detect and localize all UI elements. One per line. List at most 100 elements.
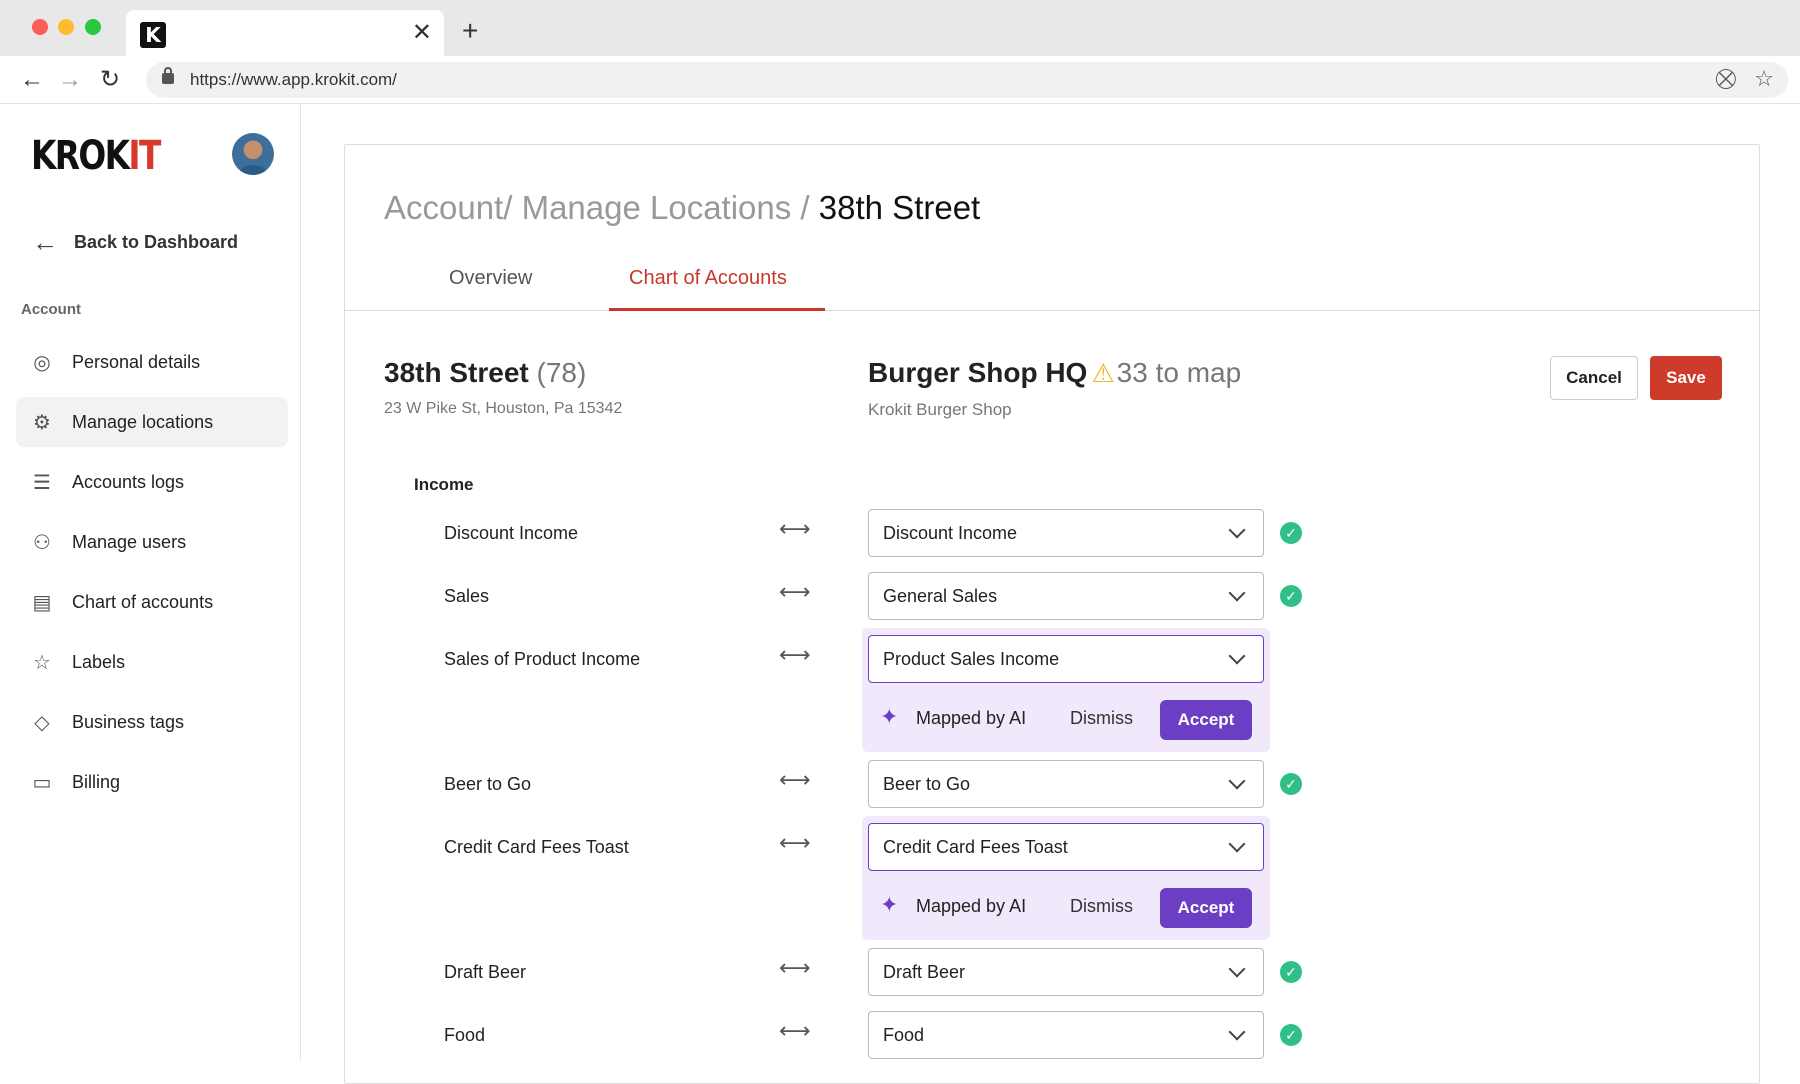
target-account-select[interactable]: Product Sales Income bbox=[868, 635, 1264, 683]
target-title: Burger Shop HQ ⚠33 to map bbox=[868, 357, 1241, 389]
source-account-label: Discount Income bbox=[444, 523, 579, 543]
minimize-window-button[interactable] bbox=[58, 19, 74, 35]
tab-overview[interactable]: Overview bbox=[449, 267, 532, 290]
extension-icon[interactable]: ⛒ bbox=[1716, 68, 1736, 91]
double-arrow-icon: ⟷ bbox=[779, 955, 811, 980]
dismiss-button[interactable]: Dismiss bbox=[1070, 896, 1133, 917]
clipboard-icon: ▤ bbox=[32, 591, 52, 614]
target-account-select[interactable]: Draft Beer bbox=[868, 948, 1264, 996]
sidebar-section-label: Account bbox=[21, 301, 81, 318]
sidebar-item-business-tags[interactable]: ◇ Business tags bbox=[16, 697, 288, 747]
bookmark-star-icon[interactable]: ☆ bbox=[1754, 66, 1774, 92]
active-tab-indicator bbox=[609, 308, 825, 311]
close-tab-icon[interactable]: ✕ bbox=[412, 20, 432, 46]
double-arrow-icon: ⟷ bbox=[779, 579, 811, 604]
accept-button[interactable]: Accept bbox=[1160, 888, 1252, 928]
tag-icon: ◇ bbox=[34, 711, 50, 734]
source-account-label: Food bbox=[444, 1025, 486, 1045]
check-circle-icon: ✓ bbox=[1280, 773, 1302, 795]
mapped-by-ai-label: Mapped by AI bbox=[916, 708, 1027, 728]
target-name: Burger Shop HQ bbox=[868, 357, 1088, 388]
avatar[interactable] bbox=[232, 133, 274, 175]
sidebar-item-billing[interactable]: ▭ Billing bbox=[16, 757, 288, 807]
address-bar[interactable]: https://www.app.krokit.com/ ⛒ ☆ bbox=[146, 62, 1788, 98]
sidebar-item-manage-users[interactable]: ⚇ Manage users bbox=[16, 517, 288, 567]
chevron-down-icon bbox=[1228, 521, 1246, 539]
sidebar-item-label: Billing bbox=[72, 771, 121, 792]
back-to-dashboard-label: Back to Dashboard bbox=[74, 231, 239, 252]
double-arrow-icon: ⟷ bbox=[779, 516, 811, 541]
check-circle-icon: ✓ bbox=[1280, 585, 1302, 607]
double-arrow-icon: ⟷ bbox=[779, 642, 811, 667]
accept-button[interactable]: Accept bbox=[1160, 700, 1252, 740]
sidebar-item-label: Accounts logs bbox=[72, 471, 185, 492]
breadcrumb-path[interactable]: Account/ Manage Locations / bbox=[384, 189, 819, 226]
select-value: Beer to Go bbox=[883, 773, 971, 794]
ai-suggestion-bar: ✦ Mapped by AI Dismiss Accept bbox=[862, 878, 1270, 934]
user-circle-icon: ◎ bbox=[33, 351, 51, 374]
check-circle-icon: ✓ bbox=[1280, 961, 1302, 983]
select-value: Product Sales Income bbox=[883, 648, 1060, 669]
sidebar-nav: ◎ Personal details ⚙ Manage locations ☰ Accou… bbox=[16, 337, 288, 817]
main-card: Account/ Manage Locations / 38th Street … bbox=[344, 144, 1760, 1084]
location-name: 38th Street bbox=[384, 357, 529, 388]
source-account-label: Sales of Product Income bbox=[444, 649, 641, 669]
chevron-down-icon bbox=[1228, 960, 1246, 978]
back-arrow-icon[interactable]: ← bbox=[20, 66, 44, 94]
arrow-left-icon: ← bbox=[32, 227, 58, 257]
sidebar: KROKIT ← Back to Dashboard Account ◎ Pers… bbox=[0, 105, 301, 1061]
breadcrumb-current: 38th Street bbox=[818, 189, 981, 226]
double-arrow-icon: ⟷ bbox=[779, 1018, 811, 1043]
target-account-select[interactable]: Credit Card Fees Toast bbox=[868, 823, 1264, 871]
logo-main-text: KROK bbox=[31, 133, 130, 179]
sidebar-item-label: Labels bbox=[72, 651, 126, 672]
cancel-button[interactable]: Cancel bbox=[1550, 356, 1638, 400]
target-account-select[interactable]: Food bbox=[868, 1011, 1264, 1059]
star-icon: ☆ bbox=[33, 651, 51, 674]
to-map-count: 33 to map bbox=[1116, 357, 1242, 388]
source-account-label: Draft Beer bbox=[444, 962, 527, 982]
target-account-select[interactable]: Discount Income bbox=[868, 509, 1264, 557]
back-to-dashboard-link[interactable]: ← Back to Dashboard bbox=[32, 227, 238, 257]
double-arrow-icon: ⟷ bbox=[779, 830, 811, 855]
sidebar-item-personal-details[interactable]: ◎ Personal details bbox=[16, 337, 288, 387]
krokit-logo[interactable]: KROKIT bbox=[31, 133, 161, 179]
warning-icon: ⚠ bbox=[1091, 358, 1115, 388]
chevron-down-icon bbox=[1228, 1023, 1246, 1041]
sidebar-item-label: Chart of accounts bbox=[72, 591, 214, 612]
browser-tab[interactable]: K ✕ bbox=[126, 10, 444, 56]
chevron-down-icon bbox=[1228, 647, 1246, 665]
sidebar-item-label: Personal details bbox=[72, 351, 201, 372]
chevron-down-icon bbox=[1228, 835, 1246, 853]
forward-arrow-icon[interactable]: → bbox=[58, 66, 82, 94]
sidebar-item-label: Manage locations bbox=[72, 411, 214, 432]
logo-accent-text: IT bbox=[128, 133, 161, 179]
sidebar-item-chart-of-accounts[interactable]: ▤ Chart of accounts bbox=[16, 577, 288, 627]
maximize-window-button[interactable] bbox=[85, 19, 101, 35]
url-text[interactable]: https://www.app.krokit.com/ bbox=[190, 70, 397, 90]
target-account-select[interactable]: Beer to Go bbox=[868, 760, 1264, 808]
target-account-select[interactable]: General Sales bbox=[868, 572, 1264, 620]
mapped-by-ai-label: Mapped by AI bbox=[916, 896, 1027, 916]
tab-chart-of-accounts[interactable]: Chart of Accounts bbox=[629, 267, 787, 290]
tab-bar: Overview Chart of Accounts bbox=[345, 253, 1759, 311]
chevron-down-icon bbox=[1228, 584, 1246, 602]
source-account-label: Beer to Go bbox=[444, 774, 532, 794]
select-value: Credit Card Fees Toast bbox=[883, 836, 1068, 857]
location-address: 23 W Pike St, Houston, Pa 15342 bbox=[384, 400, 623, 417]
save-button[interactable]: Save bbox=[1650, 356, 1722, 400]
chevron-down-icon bbox=[1228, 772, 1246, 790]
close-window-button[interactable] bbox=[32, 19, 48, 35]
new-tab-icon[interactable]: + bbox=[462, 16, 478, 46]
sidebar-item-labels[interactable]: ☆ Labels bbox=[16, 637, 288, 687]
source-account-label: Credit Card Fees Toast bbox=[444, 837, 629, 857]
breadcrumb: Account/ Manage Locations / 38th Street bbox=[384, 189, 980, 227]
dismiss-button[interactable]: Dismiss bbox=[1070, 708, 1133, 729]
sidebar-item-accounts-logs[interactable]: ☰ Accounts logs bbox=[16, 457, 288, 507]
select-value: General Sales bbox=[883, 585, 998, 606]
browser-titlebar: K ✕ + bbox=[0, 0, 1800, 56]
sidebar-item-manage-locations[interactable]: ⚙ Manage locations bbox=[16, 397, 288, 447]
reload-icon[interactable]: ↻ bbox=[100, 66, 120, 94]
sparkle-icon: ✦ bbox=[880, 704, 899, 729]
double-arrow-icon: ⟷ bbox=[779, 767, 811, 792]
